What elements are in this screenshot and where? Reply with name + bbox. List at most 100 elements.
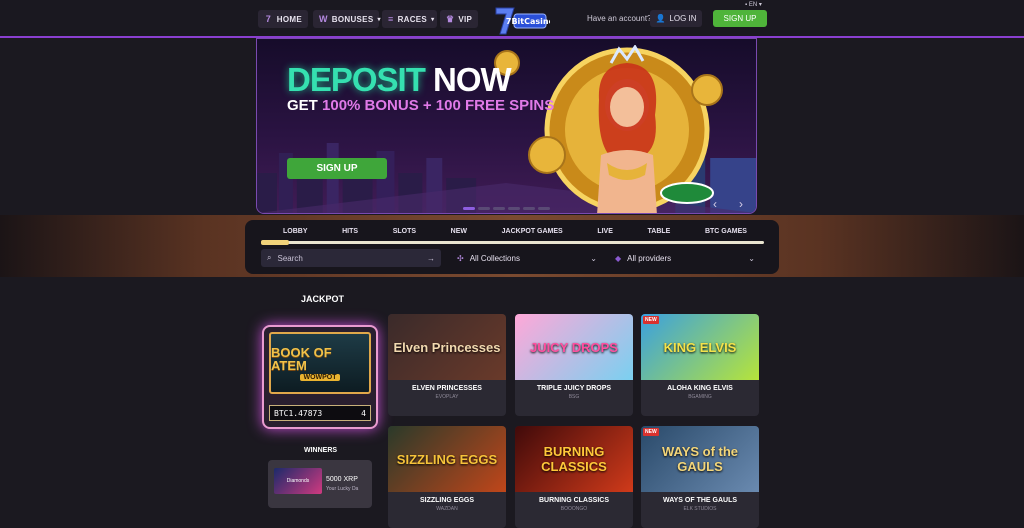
tab-live[interactable]: LIVE [597,228,613,235]
game-provider: EVOPLAY [435,394,459,400]
nav-races[interactable]: ≡ RACES ▾ [382,10,437,28]
tab-btc-games[interactable]: BTC GAMES [705,228,747,235]
category-slider[interactable] [261,240,764,245]
winners-title: WINNERS [304,447,338,454]
new-badge: NEW [643,428,659,436]
game-provider: ELK STUDIOS [683,506,717,512]
winner-card[interactable]: Diamonds 5000 XRP Your Lucky Da [268,460,372,508]
bonus-icon: W [319,14,328,24]
jackpot-value: BTC1.47873 4 [269,405,371,421]
language-label: EN [748,2,758,8]
collections-icon: ✣ [457,253,464,263]
nav-races-label: RACES [397,14,428,24]
providers-select[interactable]: ◆ All providers ⌄ [609,249,761,267]
slide-indicators [463,207,550,210]
search-icon: ⌕ [267,253,272,262]
game-card[interactable]: SIZZLING EGGS SIZZLING EGGS WAZDAN [388,426,506,528]
chevron-down-icon: ⌄ [748,253,755,263]
jackpot-game-subtitle: WOWPOT [300,373,340,381]
category-tabs: LOBBY HITS SLOTS NEW JACKPOT GAMES LIVE TABLE B… [265,228,765,235]
jackpot-game-image[interactable]: BOOK OF ATEM WOWPOT [269,332,371,394]
arrow-right-icon[interactable]: → [427,254,435,263]
game-thumbnail[interactable]: SIZZLING EGGS [388,426,506,492]
tab-slots[interactable]: SLOTS [393,228,416,235]
jackpot-title: JACKPOT [301,294,345,304]
banner-title-a: DEPOSIT [287,61,426,98]
chevron-right-icon[interactable]: › [739,197,743,211]
nav-vip-label: VIP [458,14,473,24]
site-logo[interactable]: 7BitCasino [494,4,555,38]
jackpot-value-main: BTC1.47873 [274,408,323,418]
game-name: TRIPLE JUICY DROPS [536,385,612,392]
nav-bonuses[interactable]: W BONUSES ▾ [313,10,381,28]
game-thumbnail[interactable]: KING ELVIS [641,314,759,380]
winner-game: Your Lucky Da [326,486,359,492]
language-selector[interactable]: ▪ EN ▾ [745,1,762,8]
game-name: BURNING CLASSICS [538,497,609,504]
collections-label: All Collections [469,253,520,263]
banner-signup-button[interactable]: SIGN UP [287,158,387,179]
crown-icon: ♛ [446,14,455,24]
game-provider: WAZDAN [436,506,458,512]
game-name: SIZZLING EGGS [419,497,475,504]
flag-icon: ▪ [745,2,748,8]
game-provider: BOOONGO [560,506,588,512]
jackpot-card[interactable]: BOOK OF ATEM WOWPOT BTC1.47873 4 [262,325,378,429]
banner-art [528,45,723,213]
game-thumbnail[interactable]: Elven Princesses [388,314,506,380]
game-card[interactable]: JUICY DROPS TRIPLE JUICY DROPS BSG [515,314,633,416]
search-box[interactable]: ⌕ Search → [261,249,441,267]
login-label: LOG IN [669,14,697,23]
jackpot-game-title: BOOK OF ATEM [271,344,332,373]
banner-subtitle-b: 100% BONUS + 100 FREE SPINS [322,97,555,114]
tab-table[interactable]: TABLE [648,228,671,235]
chevron-down-icon: ⌄ [590,253,597,263]
game-thumbnail[interactable]: JUICY DROPS [515,314,633,380]
slide-dot[interactable] [493,207,505,210]
nav-home[interactable]: 7 HOME [258,10,308,28]
winner-game-thumb: Diamonds [274,468,322,494]
game-provider: BSG [568,394,580,400]
have-account-text: Have an account? [587,14,652,23]
chevron-down-icon: ▾ [431,16,435,23]
game-card[interactable]: WAYS of the GAULS NEW WAYS OF THE GAULS ELK… [641,426,759,528]
tab-lobby[interactable]: LOBBY [283,228,308,235]
tab-jackpot-games[interactable]: JACKPOT GAMES [502,228,563,235]
game-card[interactable]: Elven Princesses ELVEN PRINCESSES EVOPLAY [388,314,506,416]
jackpot-value-digit: 4 [361,408,366,418]
chevron-down-icon: ▾ [377,16,381,23]
new-badge: NEW [643,316,659,324]
game-name: ELVEN PRINCESSES [412,385,482,392]
game-thumbnail[interactable]: BURNING CLASSICS [515,426,633,492]
user-icon: 👤 [655,14,666,23]
tab-new[interactable]: NEW [451,228,467,235]
slide-dot[interactable] [508,207,520,210]
game-name: ALOHA KING ELVIS [667,385,733,392]
banner-title-b: NOW [433,61,512,98]
slide-dot[interactable] [478,207,490,210]
providers-label: All providers [627,253,672,263]
slide-dot[interactable] [538,207,550,210]
slide-dot[interactable] [463,207,475,210]
banner-subtitle: GET 100% BONUS + 100 FREE SPINS [287,97,554,114]
tab-hits[interactable]: HITS [342,228,358,235]
search-input[interactable]: Search [277,254,302,263]
collections-select[interactable]: ✣ All Collections ⌄ [451,249,603,267]
login-button[interactable]: 👤 LOG IN [650,10,702,27]
chevron-left-icon[interactable]: ‹ [713,197,717,211]
nav-bonuses-label: BONUSES [331,14,374,24]
chevron-down-icon: ▾ [758,2,762,8]
nav-home-label: HOME [276,14,302,24]
slider-knob[interactable] [261,240,289,245]
game-card[interactable]: BURNING CLASSICS BURNING CLASSICS BOOONGO [515,426,633,528]
slide-dot[interactable] [523,207,535,210]
filter-panel: LOBBY HITS SLOTS NEW JACKPOT GAMES LIVE TABLE B… [245,220,779,274]
nav-vip[interactable]: ♛ VIP [440,10,478,28]
game-thumbnail[interactable]: WAYS of the GAULS [641,426,759,492]
signup-button[interactable]: SIGN UP [713,10,767,27]
promo-banner[interactable]: DEPOSIT NOW GET 100% BONUS + 100 FREE SP… [256,38,757,214]
races-icon: ≡ [388,14,394,24]
game-card[interactable]: KING ELVIS NEW ALOHA KING ELVIS BGAMING [641,314,759,416]
providers-icon: ◆ [615,253,622,263]
game-name: WAYS OF THE GAULS [662,497,738,504]
